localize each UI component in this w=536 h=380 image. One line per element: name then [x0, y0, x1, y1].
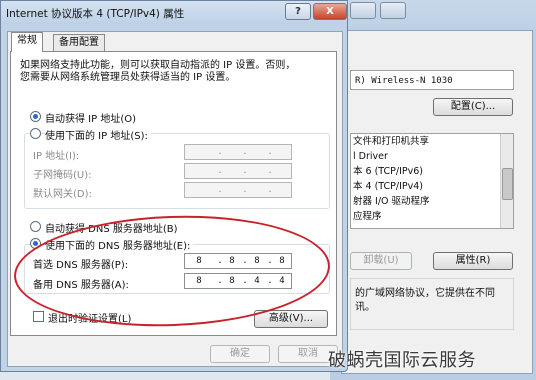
ip-address-field: . . . — [184, 144, 292, 160]
auto-ip-label[interactable]: 自动获得 IP 地址(O) — [45, 110, 136, 125]
subnet-mask-label: 子网掩码(U): — [33, 170, 92, 181]
uninstall-button[interactable]: 卸载(U) — [350, 252, 412, 270]
ip-dot: . — [242, 185, 248, 195]
tab-alternate-configuration[interactable]: 备用配置 — [53, 34, 105, 51]
ip-dot: . — [267, 166, 273, 176]
description-text: 如果网络支持此功能，则可以获取自动指派的 IP 设置。否则， 您需要从网络系统管… — [20, 60, 296, 83]
ip-dot: . — [217, 185, 223, 195]
preferred-dns-label: 首选 DNS 服务器(P): — [33, 260, 129, 271]
dns-octet[interactable]: 8 — [190, 276, 208, 286]
list-item[interactable]: 本 4 (TCP/IPv4) — [351, 179, 513, 194]
adapter-name-box: R) Wireless-N 1030 — [350, 70, 514, 90]
manual-ip-label[interactable]: 使用下面的 IP 地址(S): — [45, 127, 151, 142]
validate-settings-label[interactable]: 退出时验证设置(L) — [48, 310, 131, 325]
list-scrollbar[interactable] — [500, 134, 513, 228]
dns-octet[interactable]: 8 — [223, 276, 241, 286]
dns-octet[interactable]: 8 — [190, 256, 208, 266]
dns-octet[interactable]: 4 — [248, 276, 266, 286]
dns-octet[interactable]: 8 — [273, 256, 291, 266]
tab-general[interactable]: 常规 — [11, 32, 43, 52]
ip-dot: . — [217, 166, 223, 176]
component-list[interactable]: 文件和打印机共享 l Driver 本 6 (TCP/IPv6) 本 4 (TC… — [350, 133, 514, 229]
component-description: 的广域网络协议，它提供在不同 讯。 — [350, 278, 514, 330]
auto-dns-radio[interactable] — [30, 221, 41, 232]
list-item[interactable]: 应程序 — [351, 209, 513, 224]
preferred-dns-field[interactable]: 8 . 8 . 8 . 8 — [184, 253, 292, 269]
ip-dot: . — [267, 147, 273, 157]
alternate-dns-label: 备用 DNS 服务器(A): — [33, 280, 129, 291]
list-item[interactable]: 本 6 (TCP/IPv6) — [351, 164, 513, 179]
description-text: 的广域网络协议，它提供在不同 讯。 — [355, 288, 495, 313]
alternate-dns-field[interactable]: 8 . 8 . 4 . 4 — [184, 273, 292, 289]
watermark-text: 破蜗壳国际云服务 — [328, 350, 476, 371]
close-button[interactable]: X — [313, 3, 347, 20]
background-window-title-button[interactable] — [380, 2, 406, 19]
ip-dot: . — [267, 185, 273, 195]
dialog-title: Internet 协议版本 4 (TCP/IPv4) 属性 — [6, 8, 185, 20]
manual-ip-radio[interactable] — [30, 128, 41, 139]
list-item[interactable]: l Driver — [351, 149, 513, 164]
ip-dot: . — [217, 147, 223, 157]
manual-dns-label[interactable]: 使用下面的 DNS 服务器地址(E): — [45, 237, 194, 252]
default-gateway-label: 默认网关(D): — [33, 189, 92, 200]
ip-dot: . — [242, 166, 248, 176]
background-window-title-button[interactable] — [350, 2, 376, 19]
ip-address-label: IP 地址(I): — [33, 151, 80, 162]
advanced-button[interactable]: 高级(V)... — [254, 310, 328, 328]
title-bar[interactable]: Internet 协议版本 4 (TCP/IPv4) 属性 ? X — [1, 1, 347, 25]
validate-settings-checkbox[interactable] — [33, 311, 44, 322]
auto-dns-label[interactable]: 自动获得 DNS 服务器地址(B) — [45, 220, 178, 235]
dns-octet[interactable]: 4 — [273, 276, 291, 286]
configure-button[interactable]: 配置(C)... — [433, 98, 513, 116]
default-gateway-field: . . . — [184, 182, 292, 198]
subnet-mask-field: . . . — [184, 163, 292, 179]
list-item[interactable]: 文件和打印机共享 — [351, 134, 513, 149]
dns-octet[interactable]: 8 — [248, 256, 266, 266]
help-button[interactable]: ? — [285, 3, 311, 20]
scrollbar-thumb[interactable] — [502, 168, 513, 200]
ok-button[interactable]: 确定 — [210, 345, 270, 363]
properties-button[interactable]: 属性(R) — [433, 252, 513, 270]
manual-dns-radio[interactable] — [30, 238, 41, 249]
dns-octet[interactable]: 8 — [223, 256, 241, 266]
auto-ip-radio[interactable] — [30, 111, 41, 122]
list-item[interactable]: 射器 I/O 驱动程序 — [351, 194, 513, 209]
ip-dot: . — [242, 147, 248, 157]
